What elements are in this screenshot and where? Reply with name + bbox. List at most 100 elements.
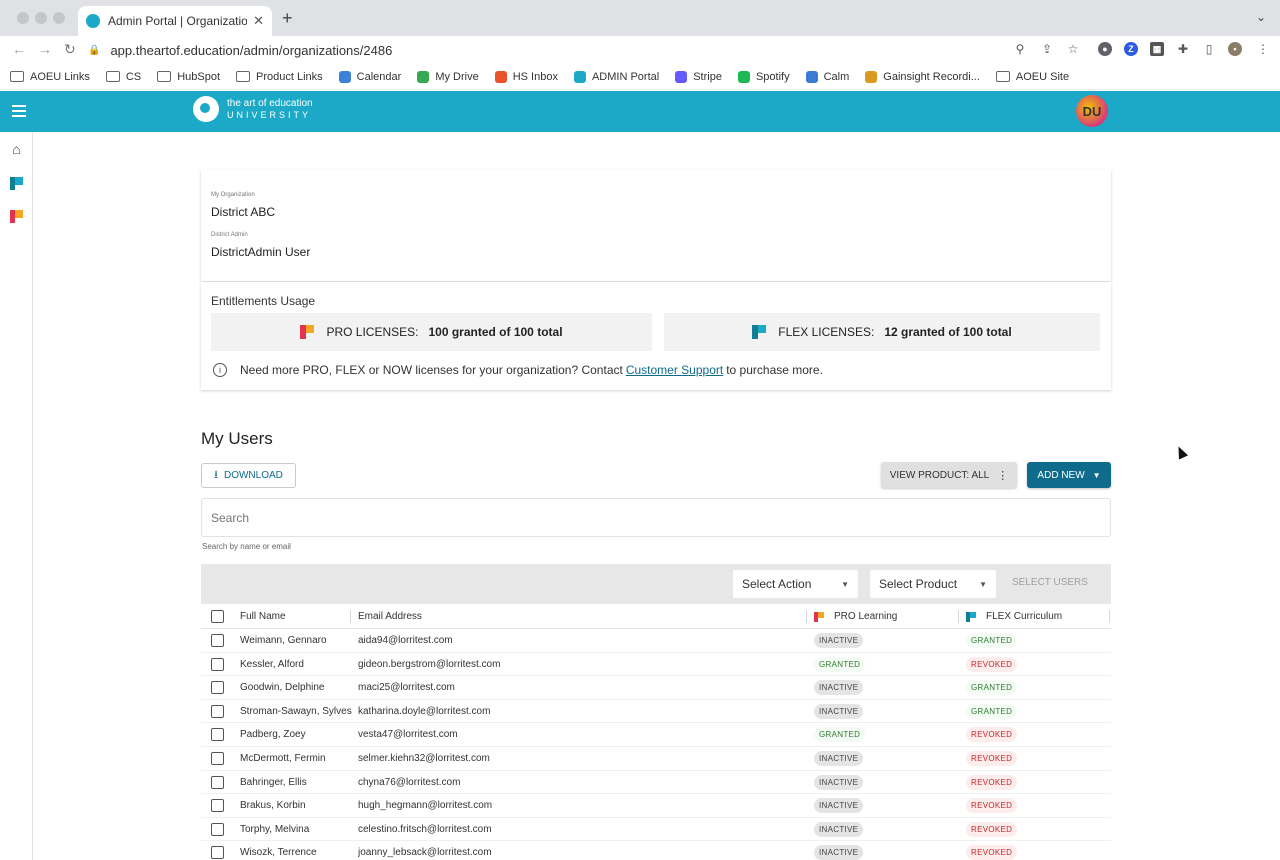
flex-licenses-label: FLEX LICENSES:	[778, 325, 875, 339]
download-icon: ⭳	[214, 469, 218, 481]
view-product-button[interactable]: VIEW PRODUCT: ALL ⋮	[881, 462, 1017, 488]
row-checkbox[interactable]	[211, 775, 224, 789]
select-all-checkbox[interactable]	[211, 610, 224, 623]
search-input[interactable]	[201, 498, 1111, 537]
col-email[interactable]: Email Address	[358, 611, 422, 622]
table-row[interactable]: Stroman-Sawayn, Sylves katharina.doyle@lo…	[201, 700, 1111, 724]
table-row[interactable]: McDermott, Fermin selmer.kiehn32@lorrites…	[201, 747, 1111, 771]
more-vertical-icon: ⋮	[997, 469, 1009, 482]
col-flex-curriculum[interactable]: FLEX Curriculum	[966, 611, 1062, 622]
row-checkbox[interactable]	[211, 822, 224, 836]
col-pro-learning[interactable]: PRO Learning	[814, 611, 897, 622]
close-tab-icon[interactable]: ✕	[253, 13, 264, 29]
bookmark-item[interactable]: Product Links	[236, 71, 323, 83]
bookmark-item[interactable]: Calm	[805, 70, 849, 83]
folder-icon	[995, 71, 1010, 82]
table-row[interactable]: Padberg, Zoey vesta47@lorritest.com GRANTE…	[201, 723, 1111, 747]
bookmark-item[interactable]: Calendar	[338, 70, 401, 83]
row-checkbox[interactable]	[211, 704, 224, 718]
row-checkbox[interactable]	[211, 728, 224, 742]
extension-password-icon[interactable]: ●	[1098, 42, 1112, 56]
pro-licenses-value: 100 granted of 100 total	[428, 325, 563, 339]
download-label: DOWNLOAD	[223, 470, 283, 481]
bookmark-label: HubSpot	[177, 70, 221, 83]
bookmark-item[interactable]: AOEU Links	[10, 71, 90, 83]
bookmark-item[interactable]: Gainsight Recordi...	[865, 70, 980, 83]
bookmark-label: Gainsight Recordi...	[883, 70, 980, 83]
col-full-name[interactable]: Full Name	[240, 611, 286, 622]
browser-tab[interactable]: Admin Portal | Organization Ma ✕	[78, 6, 272, 36]
new-tab-icon[interactable]: +	[282, 8, 293, 29]
bookmark-item[interactable]: ADMIN Portal	[573, 70, 659, 83]
bookmark-item[interactable]: My Drive	[417, 70, 479, 83]
bookmark-item[interactable]: HS Inbox	[494, 70, 558, 83]
tab-title: Admin Portal | Organization Ma	[108, 14, 248, 28]
extensions-puzzle-icon[interactable]: ✚	[1176, 42, 1190, 56]
flex-status-badge: REVOKED	[966, 845, 1018, 860]
bookmarks-bar: AOEU Links CS HubSpot Product Links Calendar…	[0, 64, 1280, 90]
bookmark-item[interactable]: Stripe	[675, 70, 722, 83]
table-row[interactable]: Kessler, Alford gideon.bergstrom@lorrites…	[201, 653, 1111, 677]
cell-email: joanny_lebsack@lorritest.com	[358, 847, 492, 859]
pro-product-icon[interactable]	[9, 210, 24, 225]
cell-email: aida94@lorritest.com	[358, 635, 453, 646]
bookmark-item[interactable]: CS	[105, 71, 141, 83]
entitlements-title: Entitlements Usage	[211, 294, 316, 308]
profile-avatar-icon[interactable]: •	[1228, 42, 1242, 56]
pro-licenses-box: PRO LICENSES: 100 granted of 100 total	[211, 313, 652, 351]
bookmark-label: AOEU Site	[1015, 70, 1070, 83]
cell-full-name: Bahringer, Ellis	[240, 776, 307, 788]
reload-icon[interactable]: ↻	[64, 41, 76, 58]
zoom-window-button[interactable]	[53, 12, 65, 24]
zoom-icon[interactable]: ⚲	[1013, 42, 1027, 56]
table-row[interactable]: Bahringer, Ellis chyna76@lorritest.com INA…	[201, 771, 1111, 795]
select-action-label: Select Action	[742, 577, 812, 591]
flex-status-badge: GRANTED	[966, 703, 1018, 719]
tab-search-chevron-icon[interactable]: ⌄	[1256, 10, 1266, 24]
select-action-dropdown[interactable]: Select Action ▼	[733, 570, 858, 598]
back-icon[interactable]: ←	[12, 41, 26, 57]
row-checkbox[interactable]	[211, 681, 224, 695]
row-checkbox[interactable]	[211, 657, 224, 671]
pro-status-badge: INACTIVE	[814, 774, 864, 790]
forward-icon[interactable]: →	[38, 41, 52, 57]
table-row[interactable]: Goodwin, Delphine maci25@lorritest.com INA…	[201, 676, 1111, 700]
bookmark-item[interactable]: HubSpot	[157, 71, 220, 83]
pro-status-badge: INACTIVE	[814, 798, 864, 814]
table-row[interactable]: Weimann, Gennaro aida94@lorritest.com INAC…	[201, 629, 1111, 653]
row-checkbox[interactable]	[211, 751, 224, 765]
side-panel-icon[interactable]: ▯	[1202, 42, 1216, 56]
address-bar[interactable]: 🔒 app.theartof.education/admin/organizat…	[88, 38, 1088, 62]
extension-zoom-icon[interactable]: Z	[1124, 42, 1138, 56]
bookmark-item[interactable]: AOEU Site	[995, 70, 1070, 83]
select-product-dropdown[interactable]: Select Product ▼	[870, 570, 996, 598]
browser-menu-icon[interactable]: ⋮	[1256, 42, 1270, 56]
flex-product-icon[interactable]	[9, 177, 24, 192]
row-checkbox[interactable]	[211, 846, 224, 860]
my-users-title: My Users	[201, 429, 273, 448]
extension-box-icon[interactable]: ▦	[1150, 42, 1164, 56]
bookmark-item[interactable]: Spotify	[737, 70, 790, 83]
add-new-button[interactable]: ADD NEW ▼	[1027, 462, 1111, 488]
select-users-button[interactable]: SELECT USERS	[1012, 577, 1088, 588]
flex-status-badge: REVOKED	[966, 798, 1018, 814]
download-button[interactable]: ⭳ DOWNLOAD	[201, 463, 296, 488]
aoeu-logo[interactable]: the art of education UNIVERSITY	[193, 96, 313, 122]
table-row[interactable]: Wisozk, Terrence joanny_lebsack@lorritest…	[201, 841, 1111, 860]
minimize-window-button[interactable]	[35, 12, 47, 24]
close-window-button[interactable]	[17, 12, 29, 24]
customer-support-link[interactable]: Customer Support	[626, 363, 723, 377]
table-row[interactable]: Brakus, Korbin hugh_hegmann@lorritest.com…	[201, 794, 1111, 818]
column-divider	[806, 610, 807, 623]
caret-down-icon: ▼	[841, 579, 849, 589]
bookmark-star-icon[interactable]: ☆	[1066, 42, 1080, 56]
menu-icon[interactable]	[12, 105, 26, 117]
table-row[interactable]: Torphy, Melvina celestino.fritsch@lorrite…	[201, 818, 1111, 842]
home-icon[interactable]: ⌂	[9, 142, 24, 157]
row-checkbox[interactable]	[211, 799, 224, 813]
share-icon[interactable]: ⇪	[1040, 42, 1054, 56]
row-checkbox[interactable]	[211, 634, 224, 647]
pro-status-badge: INACTIVE	[814, 821, 864, 837]
user-avatar[interactable]: DU	[1076, 95, 1108, 127]
bookmark-label: Stripe	[693, 70, 722, 83]
